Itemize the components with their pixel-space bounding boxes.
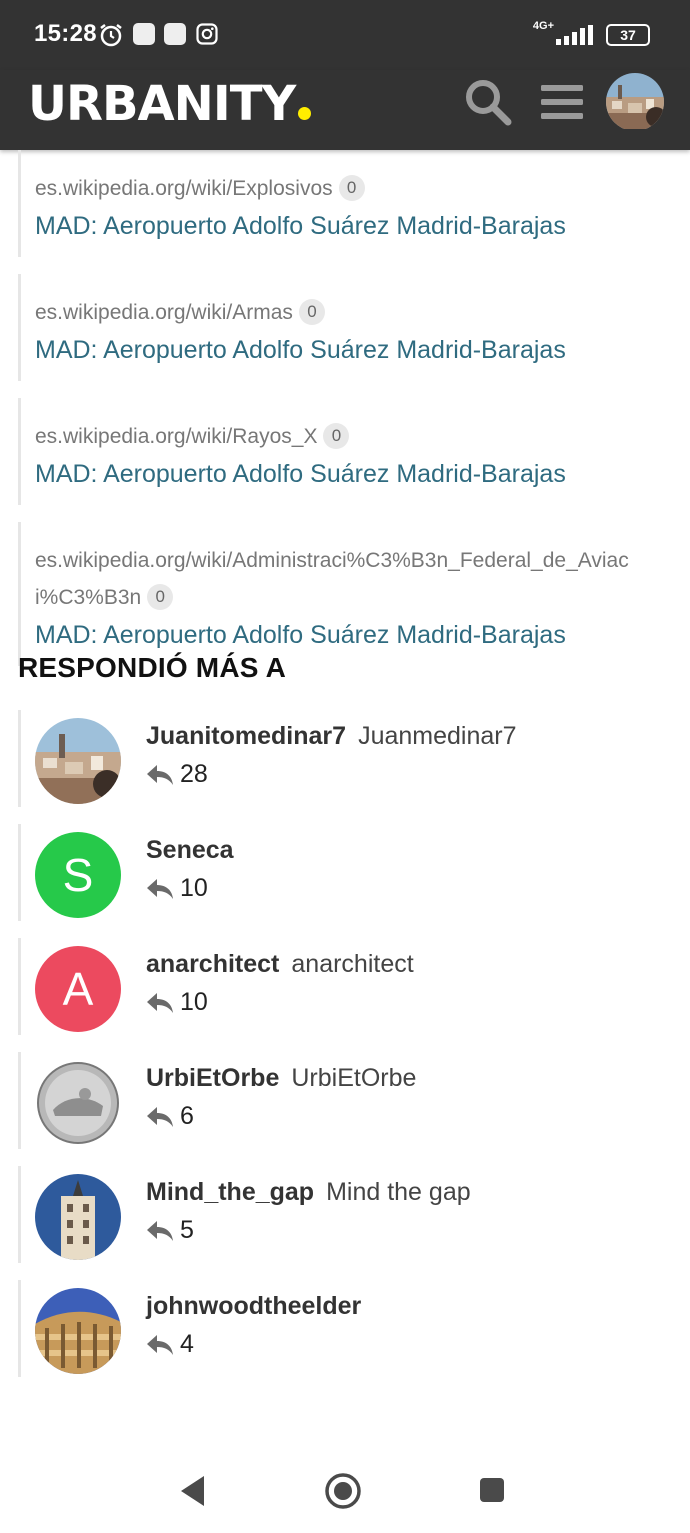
link-topic-title[interactable]: MAD: Aeropuerto Adolfo Suárez Madrid-Bar…	[35, 618, 668, 652]
link-topic-title[interactable]: MAD: Aeropuerto Adolfo Suárez Madrid-Bar…	[35, 333, 668, 367]
username[interactable]: Mind_the_gap	[146, 1178, 314, 1206]
reply-icon	[147, 764, 173, 785]
reply-count-value: 6	[180, 1102, 194, 1130]
logo-text: URBANITY	[28, 76, 296, 132]
user-item[interactable]: Mind_the_gap Mind the gap 5	[18, 1166, 668, 1263]
links-list: es.wikipedia.org/wiki/Explosivos 0 MAD: A…	[18, 150, 668, 683]
avatar-letter: A	[62, 963, 94, 1015]
link-topic-title[interactable]: MAD: Aeropuerto Adolfo Suárez Madrid-Bar…	[35, 457, 668, 491]
user-name-line: Mind_the_gap Mind the gap	[146, 1178, 471, 1207]
home-button[interactable]	[324, 1472, 362, 1515]
user-avatar-button[interactable]	[606, 73, 664, 131]
avatar[interactable]	[35, 1288, 121, 1374]
user-full-name: Mind the gap	[326, 1178, 471, 1206]
user-item[interactable]: A anarchitect anarchitect 10	[18, 938, 668, 1035]
username[interactable]: anarchitect	[146, 950, 279, 978]
avatar[interactable]	[35, 718, 121, 804]
link-url[interactable]: es.wikipedia.org/wiki/Administraci%C3%B3…	[35, 549, 629, 609]
status-bar: 15:28 4G+ 37	[0, 0, 690, 70]
reply-icon	[147, 992, 173, 1013]
back-icon	[181, 1476, 204, 1506]
reply-count: 10	[146, 988, 208, 1017]
reply-count: 4	[146, 1330, 194, 1359]
link-item[interactable]: es.wikipedia.org/wiki/Rayos_X 0 MAD: Aero…	[18, 398, 668, 505]
signal-icon	[556, 25, 596, 50]
user-name-line: Juanitomedinar7 Juanmedinar7	[146, 722, 517, 751]
user-name-line: johnwoodtheelder	[146, 1292, 361, 1321]
link-url-line: es.wikipedia.org/wiki/Armas 0	[35, 294, 668, 331]
user-item[interactable]: UrbiEtOrbe UrbiEtOrbe 6	[18, 1052, 668, 1149]
reply-count: 6	[146, 1102, 194, 1131]
link-item[interactable]: es.wikipedia.org/wiki/Administraci%C3%B3…	[18, 522, 668, 666]
reply-count-value: 4	[180, 1330, 194, 1358]
recents-icon	[480, 1478, 504, 1502]
reply-count: 5	[146, 1216, 194, 1245]
user-item[interactable]: S Seneca 10	[18, 824, 668, 921]
user-name-line: UrbiEtOrbe UrbiEtOrbe	[146, 1064, 416, 1093]
avatar-letter: S	[62, 849, 94, 901]
most-replied-list: Juanitomedinar7 Juanmedinar7 28 S Seneca …	[18, 710, 668, 1394]
notification-icon	[133, 23, 155, 45]
click-count-badge: 0	[323, 423, 350, 449]
user-name-line: Seneca	[146, 836, 234, 865]
avatar	[606, 73, 664, 131]
search-icon	[463, 77, 513, 132]
user-full-name: Juanmedinar7	[358, 722, 517, 750]
reply-icon	[147, 1334, 173, 1355]
reply-count-value: 10	[180, 874, 208, 902]
reply-icon	[147, 1220, 173, 1241]
link-url[interactable]: es.wikipedia.org/wiki/Explosivos	[35, 177, 333, 200]
click-count-badge: 0	[147, 584, 174, 610]
link-item[interactable]: es.wikipedia.org/wiki/Explosivos 0 MAD: A…	[18, 150, 668, 257]
recents-button[interactable]	[479, 1477, 505, 1508]
link-url-line: es.wikipedia.org/wiki/Rayos_X 0	[35, 418, 668, 455]
reply-count: 28	[146, 760, 208, 789]
link-topic-title[interactable]: MAD: Aeropuerto Adolfo Suárez Madrid-Bar…	[35, 209, 668, 243]
user-full-name: UrbiEtOrbe	[291, 1064, 417, 1092]
network-label: 4G+	[532, 20, 554, 32]
link-url-line: es.wikipedia.org/wiki/Administraci%C3%B3…	[35, 542, 635, 616]
site-logo[interactable]: URBANITY	[28, 76, 312, 132]
link-url-line: es.wikipedia.org/wiki/Explosivos 0	[35, 170, 668, 207]
menu-button[interactable]	[534, 76, 590, 132]
reply-count-value: 10	[180, 988, 208, 1016]
username[interactable]: UrbiEtOrbe	[146, 1064, 279, 1092]
link-url[interactable]: es.wikipedia.org/wiki/Armas	[35, 301, 293, 324]
battery-icon: 37	[606, 24, 650, 46]
notification-icon	[164, 23, 186, 45]
user-full-name: anarchitect	[291, 950, 414, 978]
user-item[interactable]: Juanitomedinar7 Juanmedinar7 28	[18, 710, 668, 807]
section-title: RESPONDIÓ MÁS A	[18, 652, 286, 683]
user-name-line: anarchitect anarchitect	[146, 950, 414, 979]
logo-dot	[298, 107, 312, 120]
status-time: 15:28	[34, 20, 97, 47]
battery-level: 37	[620, 27, 636, 43]
link-item[interactable]: es.wikipedia.org/wiki/Armas 0 MAD: Aeropu…	[18, 274, 668, 381]
hamburger-icon	[540, 82, 584, 127]
username[interactable]: Seneca	[146, 836, 234, 864]
home-icon	[325, 1473, 361, 1509]
search-button[interactable]	[460, 76, 516, 132]
alarm-icon	[98, 22, 124, 53]
avatar[interactable]: A	[35, 946, 121, 1032]
link-url[interactable]: es.wikipedia.org/wiki/Rayos_X	[35, 425, 317, 448]
instagram-icon	[196, 23, 218, 50]
reply-icon	[147, 878, 173, 899]
site-header: URBANITY	[0, 70, 690, 150]
reply-icon	[147, 1106, 173, 1127]
back-button[interactable]	[178, 1474, 208, 1513]
user-item[interactable]: johnwoodtheelder 4	[18, 1280, 668, 1377]
reply-count-value: 5	[180, 1216, 194, 1244]
username[interactable]: johnwoodtheelder	[146, 1292, 361, 1320]
click-count-badge: 0	[338, 175, 365, 201]
username[interactable]: Juanitomedinar7	[146, 722, 346, 750]
avatar[interactable]	[35, 1060, 121, 1146]
android-nav-bar	[0, 1440, 690, 1533]
avatar[interactable]: S	[35, 832, 121, 918]
avatar[interactable]	[35, 1174, 121, 1260]
reply-count-value: 28	[180, 760, 208, 788]
reply-count: 10	[146, 874, 208, 903]
click-count-badge: 0	[298, 299, 325, 325]
